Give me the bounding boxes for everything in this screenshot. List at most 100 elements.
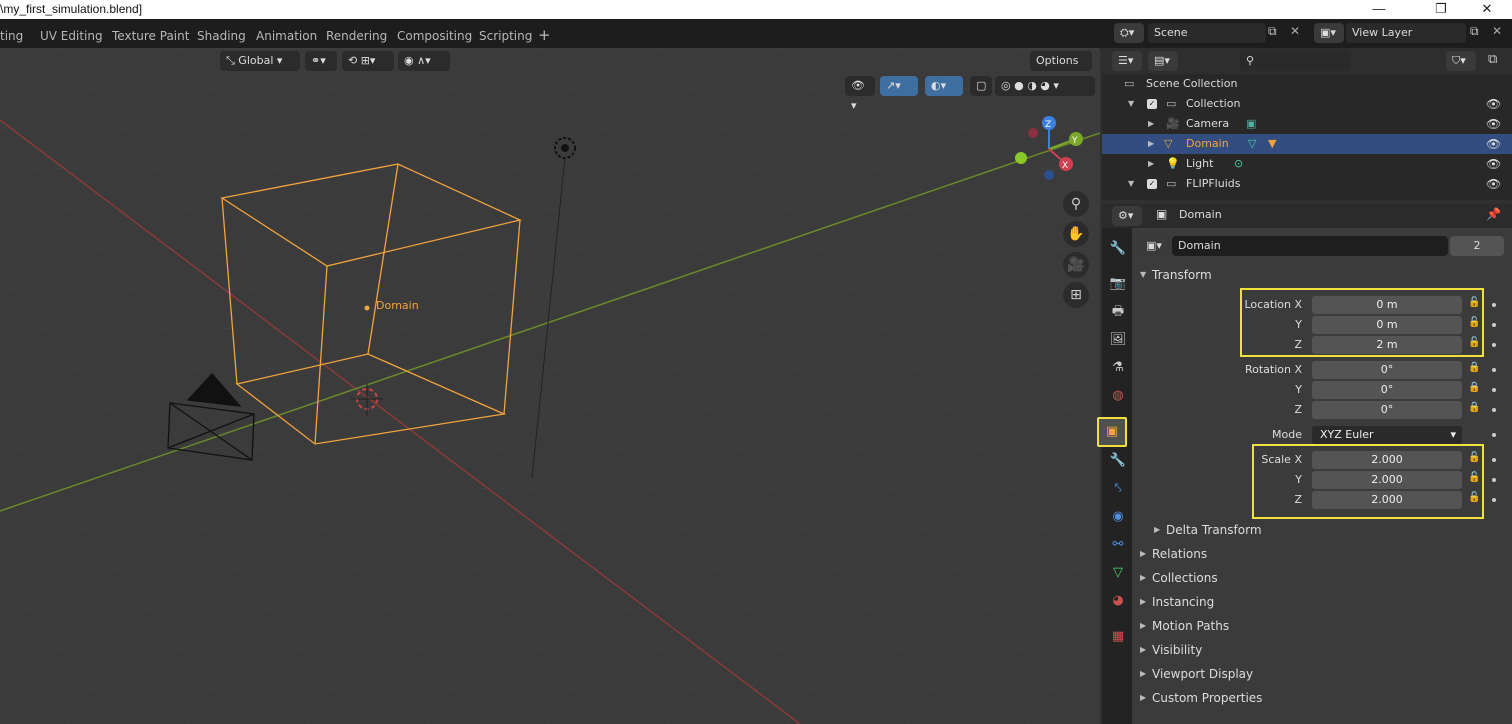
checkbox[interactable]: ✓	[1147, 99, 1157, 109]
lock-icon[interactable]: 🔓	[1468, 492, 1480, 503]
expand-arrow-icon[interactable]: ▶	[1148, 134, 1154, 154]
copy-layer-icon[interactable]: ⧉	[1470, 24, 1479, 39]
outliner-row-domain[interactable]: ▶ ▽ Domain ▽ ▼ 👁	[1102, 134, 1512, 154]
camera-data-icon[interactable]: ▣	[1246, 114, 1256, 134]
rotation-z-field[interactable]: 0°	[1312, 401, 1462, 419]
tab-scripting[interactable]: Scripting	[473, 26, 538, 48]
rotation-y-field[interactable]: 0°	[1312, 381, 1462, 399]
tool-tab-icon[interactable]: 🔧	[1107, 238, 1129, 260]
remove-layer-icon[interactable]: ✕	[1492, 24, 1502, 38]
keyframe-dot[interactable]	[1492, 368, 1496, 372]
add-workspace-button[interactable]: +	[538, 26, 551, 44]
location-y-field[interactable]: 0 m	[1312, 316, 1462, 334]
lock-icon[interactable]: 🔒	[1468, 402, 1480, 413]
section-delta-transform[interactable]: ▶ Delta Transform	[1146, 519, 1506, 541]
users-count-field[interactable]: 2	[1450, 236, 1504, 256]
outliner-row-flipfluids[interactable]: ▼ ✓ ▭ FLIPFluids 👁	[1102, 174, 1512, 194]
checkbox[interactable]: ✓	[1147, 179, 1157, 189]
scene-type-icon[interactable]: ⛭▾	[1114, 23, 1144, 43]
rotation-x-field[interactable]: 0°	[1312, 361, 1462, 379]
expand-arrow-icon[interactable]: ▼	[1128, 174, 1134, 194]
particles-tab-icon[interactable]: ⤣	[1107, 478, 1129, 500]
transform-orientation-dropdown[interactable]: ⤡ Global ▾	[220, 51, 300, 71]
material-tab-icon[interactable]: ◕	[1107, 590, 1129, 612]
expand-arrow-icon[interactable]: ▶	[1148, 114, 1154, 134]
mesh-data-icon[interactable]: ▼	[1268, 134, 1276, 154]
tab-uv-editing[interactable]: UV Editing	[34, 26, 109, 48]
modifier-tab-icon[interactable]: 🔧	[1107, 450, 1129, 472]
outliner-row-collection[interactable]: ▼ ✓ ▭ Collection 👁	[1102, 94, 1512, 114]
view-layer-field[interactable]: View Layer	[1346, 23, 1466, 43]
zoom-icon[interactable]: ⚲	[1063, 191, 1089, 217]
outliner-row-light[interactable]: ▶ 💡 Light ⊙ 👁	[1102, 154, 1512, 174]
close-button[interactable]: ✕	[1470, 0, 1504, 19]
lock-icon[interactable]: 🔒	[1468, 382, 1480, 393]
render-tab-icon[interactable]: 📷	[1107, 273, 1129, 295]
tab-compositing[interactable]: Compositing	[391, 26, 478, 48]
location-z-field[interactable]: 2 m	[1312, 336, 1462, 354]
section-visibility[interactable]: ▶ Visibility	[1132, 639, 1512, 661]
data-tab-icon[interactable]: ▽	[1107, 562, 1129, 584]
section-instancing[interactable]: ▶ Instancing	[1132, 591, 1512, 613]
texture-tab-icon[interactable]: ▦	[1107, 626, 1129, 648]
gizmo-toggle[interactable]: ↗▾	[880, 76, 918, 96]
tab-workspace-0[interactable]: ting	[0, 26, 29, 48]
3d-viewport[interactable]: Domain ⤡ Global ▾ ⚭▾ ⟲ ⊞▾ ◉ ∧▾ Options ▾…	[0, 48, 1100, 724]
section-motion-paths[interactable]: ▶ Motion Paths	[1132, 615, 1512, 637]
perspective-grid-icon[interactable]: ⊞	[1063, 282, 1089, 308]
object-type-icon[interactable]: ▣▾	[1140, 236, 1170, 256]
world-tab-icon[interactable]: ◍	[1107, 385, 1129, 407]
proportional-edit-toggle[interactable]: ◉ ∧▾	[398, 51, 450, 71]
section-relations[interactable]: ▶ Relations	[1132, 543, 1512, 565]
navigation-gizmo[interactable]: Z Y X	[1014, 114, 1084, 184]
eye-icon[interactable]: 👁	[1486, 114, 1501, 134]
physics-tab-icon[interactable]: ◉	[1107, 506, 1129, 528]
keyframe-dot[interactable]	[1492, 498, 1496, 502]
scale-x-field[interactable]: 2.000	[1312, 451, 1462, 469]
light-data-icon[interactable]: ⊙	[1234, 154, 1243, 174]
eye-icon[interactable]: 👁	[1486, 94, 1501, 114]
section-viewport-display[interactable]: ▶ Viewport Display	[1132, 663, 1512, 685]
view-layer-tab-icon[interactable]: 🖼	[1107, 329, 1129, 351]
rotation-mode-dropdown[interactable]: XYZ Euler ▾	[1312, 426, 1462, 444]
editor-type-icon[interactable]: ☰▾	[1112, 51, 1142, 71]
pivot-point-dropdown[interactable]: ⚭▾	[305, 51, 337, 71]
copy-icon[interactable]: ⧉	[1268, 24, 1277, 39]
keyframe-dot[interactable]	[1492, 408, 1496, 412]
tab-animation[interactable]: Animation	[250, 26, 323, 48]
object-tab-icon[interactable]: ▣	[1097, 417, 1127, 447]
object-name-field[interactable]: Domain	[1172, 236, 1448, 256]
tab-texture-paint[interactable]: Texture Paint	[106, 26, 195, 48]
expand-arrow-icon[interactable]: ▼	[1128, 94, 1134, 114]
pan-hand-icon[interactable]: ✋	[1063, 221, 1089, 247]
eye-icon[interactable]: 👁	[1486, 174, 1501, 194]
close-icon[interactable]: ✕	[1290, 24, 1300, 38]
scale-z-field[interactable]: 2.000	[1312, 491, 1462, 509]
options-dropdown[interactable]: Options ▾	[1030, 51, 1092, 87]
lock-icon[interactable]: 🔓	[1468, 317, 1480, 328]
lock-icon[interactable]: 🔓	[1468, 452, 1480, 463]
scene-name-field[interactable]: Scene	[1148, 23, 1266, 43]
location-x-field[interactable]: 0 m	[1312, 296, 1462, 314]
visibility-dropdown[interactable]: 👁▾	[845, 76, 875, 112]
keyframe-dot[interactable]	[1492, 303, 1496, 307]
new-collection-icon[interactable]: ⧉	[1488, 52, 1497, 67]
keyframe-dot[interactable]	[1492, 323, 1496, 327]
expand-arrow-icon[interactable]: ▶	[1148, 154, 1154, 174]
keyframe-dot[interactable]	[1492, 343, 1496, 347]
eye-icon[interactable]: 👁	[1486, 154, 1501, 174]
pin-icon[interactable]: 📌	[1486, 207, 1501, 221]
xray-toggle[interactable]: ▢	[970, 76, 992, 96]
camera-view-icon[interactable]: 🎥	[1063, 252, 1089, 278]
tab-shading[interactable]: Shading	[191, 26, 252, 48]
eye-icon[interactable]: 👁	[1486, 134, 1501, 154]
view-layer-icon[interactable]: ▣▾	[1314, 23, 1344, 43]
lock-icon[interactable]: 🔓	[1468, 297, 1480, 308]
minimize-button[interactable]: —	[1362, 0, 1396, 19]
tab-rendering[interactable]: Rendering	[320, 26, 393, 48]
outliner-search-input[interactable]: ⚲	[1240, 51, 1350, 71]
outliner-row-camera[interactable]: ▶ 🎥 Camera ▣ 👁	[1102, 114, 1512, 134]
outliner-row-scene-collection[interactable]: ▭ Scene Collection	[1102, 74, 1512, 94]
shading-mode-buttons[interactable]: ◎ ● ◑ ◕ ▾	[995, 76, 1095, 96]
scale-y-field[interactable]: 2.000	[1312, 471, 1462, 489]
